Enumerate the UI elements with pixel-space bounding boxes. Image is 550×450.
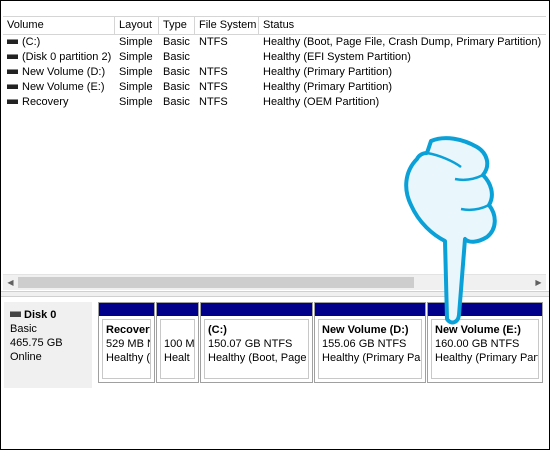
- volume-status: Healthy (Boot, Page File, Crash Dump, Pr…: [263, 36, 542, 48]
- disk-name: Disk 0: [24, 309, 57, 321]
- disk-icon: [10, 310, 21, 317]
- volume-layout: Simple: [119, 81, 153, 93]
- partition-name: [164, 323, 194, 337]
- column-header-type[interactable]: Type: [159, 17, 195, 34]
- volume-status: Healthy (Primary Partition): [263, 81, 392, 93]
- partition-name: (C:): [208, 324, 227, 336]
- volume-name: New Volume (D:): [22, 66, 106, 78]
- volume-type: Basic: [163, 96, 190, 108]
- column-header-file-system[interactable]: File System: [195, 17, 259, 34]
- volume-file-system: NTFS: [199, 81, 228, 93]
- partition-status: Healthy (Primary Par: [322, 352, 422, 364]
- volume-type: Basic: [163, 36, 190, 48]
- volume-type: Basic: [163, 81, 190, 93]
- disk-management-window: Volume Layout Type File System Status (C…: [0, 0, 550, 450]
- volume-status: Healthy (OEM Partition): [263, 96, 380, 108]
- volume-type: Basic: [163, 66, 190, 78]
- volume-file-system: NTFS: [199, 96, 228, 108]
- pointing-hand-icon: [404, 136, 497, 325]
- drive-icon: [7, 53, 18, 59]
- volume-status: Healthy (Primary Partition): [263, 66, 392, 78]
- volume-row[interactable]: New Volume (E:) Simple Basic NTFS Health…: [3, 80, 546, 95]
- disk-label[interactable]: Disk 0 Basic 465.75 GB Online: [4, 302, 92, 388]
- volume-name: New Volume (E:): [22, 81, 105, 93]
- partition-recovery[interactable]: Recovery 529 MB N Healthy (: [98, 302, 155, 383]
- volume-layout: Simple: [119, 96, 153, 108]
- disk-size: 465.75 GB: [10, 337, 63, 349]
- volume-row[interactable]: New Volume (D:) Simple Basic NTFS Health…: [3, 65, 546, 80]
- volume-layout: Simple: [119, 36, 153, 48]
- drive-icon: [7, 98, 18, 104]
- drive-icon: [7, 68, 18, 74]
- disk-type: Basic: [10, 323, 37, 335]
- volume-layout: Simple: [119, 66, 153, 78]
- partition-status: Healthy (: [106, 352, 151, 364]
- partition-size: 160.00 GB NTFS: [435, 338, 520, 350]
- volume-file-system: NTFS: [199, 66, 228, 78]
- volume-row[interactable]: Recovery Simple Basic NTFS Healthy (OEM …: [3, 95, 546, 110]
- volume-list-header: Volume Layout Type File System Status: [3, 16, 546, 35]
- partition-bar: [157, 303, 198, 316]
- partition-status: Healthy (Primary Part: [435, 352, 539, 364]
- volume-row[interactable]: (C:) Simple Basic NTFS Healthy (Boot, Pa…: [3, 35, 546, 50]
- partition-status: Healt: [164, 352, 190, 364]
- scroll-right-icon[interactable]: ▶: [531, 275, 546, 290]
- column-header-layout[interactable]: Layout: [115, 17, 159, 34]
- volume-name: Recovery: [22, 96, 69, 108]
- volume-row[interactable]: (Disk 0 partition 2) Simple Basic Health…: [3, 50, 546, 65]
- volume-status: Healthy (EFI System Partition): [263, 51, 411, 63]
- volume-type: Basic: [163, 51, 190, 63]
- partition-name: Recovery: [106, 324, 151, 336]
- scrollbar-thumb[interactable]: [18, 277, 414, 288]
- drive-icon: [7, 38, 18, 44]
- partition-size: 100 M: [164, 338, 195, 350]
- volume-name: (C:): [22, 36, 41, 48]
- scroll-left-icon[interactable]: ◀: [3, 275, 18, 290]
- disk-state: Online: [10, 351, 42, 363]
- partition-bar: [99, 303, 154, 316]
- partition-status: Healthy (Boot, Page: [208, 352, 307, 364]
- volume-layout: Simple: [119, 51, 153, 63]
- partition-bar: [201, 303, 312, 316]
- column-header-volume[interactable]: Volume: [3, 17, 115, 34]
- column-header-status[interactable]: Status: [259, 17, 546, 34]
- volume-file-system: [195, 50, 259, 65]
- partition-size: 529 MB N: [106, 338, 151, 350]
- partition-size: 150.07 GB NTFS: [208, 338, 293, 350]
- volume-file-system: NTFS: [199, 36, 228, 48]
- partition-c[interactable]: (C:) 150.07 GB NTFS Healthy (Boot, Page: [200, 302, 313, 383]
- drive-icon: [7, 83, 18, 89]
- volume-name: (Disk 0 partition 2): [22, 51, 112, 63]
- partition-size: 155.06 GB NTFS: [322, 338, 407, 350]
- partition-efi[interactable]: 100 M Healt: [156, 302, 199, 383]
